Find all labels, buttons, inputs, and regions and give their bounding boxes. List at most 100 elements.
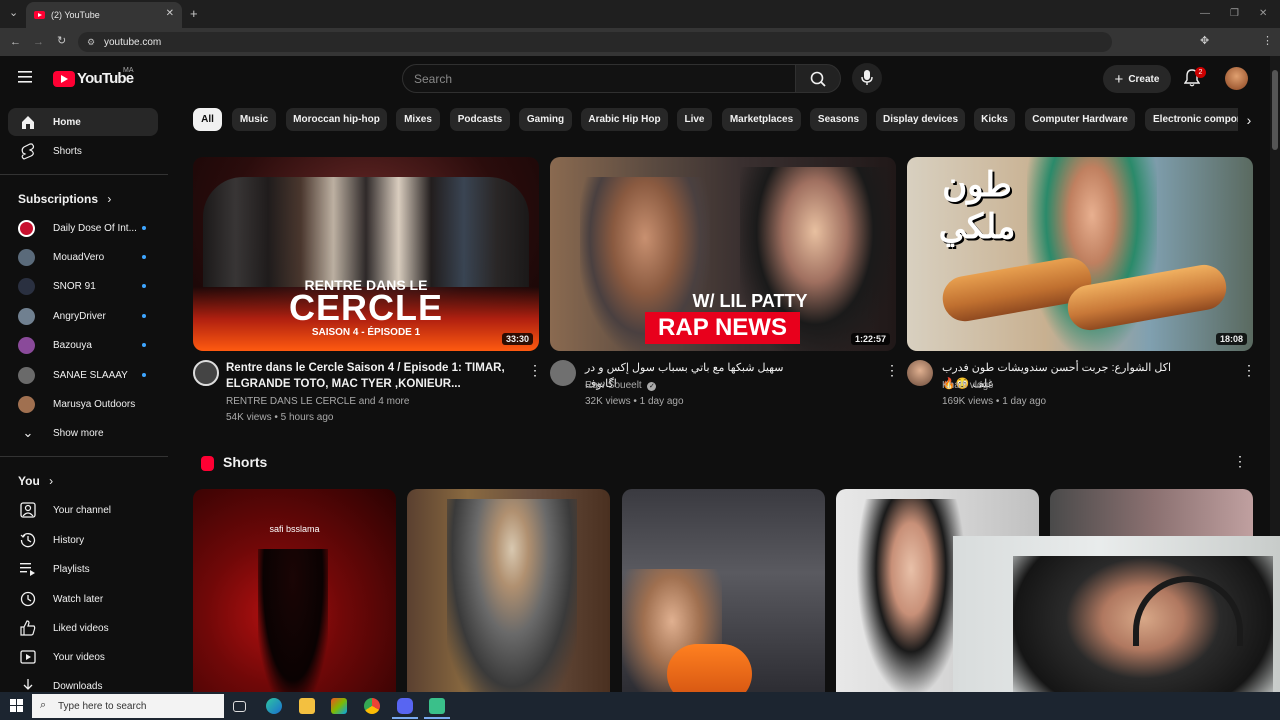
sidebar-item-subscription[interactable]: MouadVero [8, 243, 158, 271]
taskbar-search-input[interactable]: ⌕ Type here to search [32, 694, 224, 718]
new-content-dot [142, 373, 146, 377]
short-overlay-text: safi bsslama [269, 524, 320, 534]
chrome-menu-icon[interactable]: ⋮ [1262, 36, 1273, 47]
subscriptions-heading[interactable]: Subscriptions › [18, 192, 111, 206]
chip-music[interactable]: Music [232, 108, 276, 131]
close-tab-icon[interactable]: ✕ [166, 8, 174, 19]
hamburger-menu-icon[interactable] [18, 70, 34, 84]
chevron-down-icon: ⌄ [22, 425, 34, 440]
channel-avatar[interactable] [907, 360, 933, 386]
voice-search-button[interactable] [852, 63, 882, 93]
minimize-icon[interactable]: — [1200, 8, 1210, 19]
restore-icon[interactable]: ❐ [1230, 8, 1239, 19]
windows-start-icon[interactable] [10, 699, 24, 718]
sidebar-item-history[interactable]: History [8, 526, 158, 554]
edge-icon[interactable] [266, 698, 282, 714]
sidebar-item-your-channel[interactable]: Your channel [8, 496, 158, 524]
extensions-puzzle-icon[interactable]: ✥ [1200, 36, 1209, 47]
chrome-icon[interactable] [364, 698, 380, 714]
you-heading[interactable]: You › [18, 474, 53, 488]
reload-icon[interactable]: ↻ [57, 36, 66, 47]
site-info-icon[interactable]: ⚙ [87, 37, 95, 48]
video-title[interactable]: Rentre dans le Cercle Saison 4 / Episode… [226, 360, 516, 392]
chip-electronic-components[interactable]: Electronic compon [1145, 108, 1245, 131]
thumbnail-text: CERCLE [288, 287, 443, 328]
chips-next-button[interactable]: › [1238, 108, 1260, 131]
youtube-favicon-icon [34, 11, 45, 19]
sidebar-item-subscription[interactable]: SNOR 91 [8, 272, 158, 300]
channel-name[interactable]: Khalfi vlogs [942, 380, 993, 391]
chip-kicks[interactable]: Kicks [974, 108, 1015, 131]
channel-avatar [18, 277, 35, 295]
video-menu-icon[interactable]: ⋮ [528, 362, 542, 379]
sidebar-item-subscription[interactable]: Daily Dose Of Int... [8, 214, 158, 242]
sidebar-item-label: AngryDriver [53, 310, 106, 322]
back-icon[interactable]: ← [10, 37, 21, 48]
chip-marketplaces[interactable]: Marketplaces [722, 108, 801, 131]
chip-arabic-hip-hop[interactable]: Arabic Hip Hop [581, 108, 668, 131]
shorts-heading: Shorts [223, 454, 268, 470]
short-thumbnail[interactable]: safi bsslama [193, 489, 396, 699]
search-input[interactable]: Search [402, 64, 796, 93]
channel-name[interactable]: RENTRE DANS LE CERCLE and 4 more [226, 396, 409, 407]
browser-tab[interactable]: (2) YouTube ✕ [26, 2, 182, 28]
channel-avatar [18, 219, 35, 237]
sidebar-item-liked-videos[interactable]: Liked videos [8, 614, 158, 642]
show-more-button[interactable]: ⌄ Show more [8, 419, 158, 447]
short-thumbnail[interactable] [622, 489, 825, 699]
chip-all[interactable]: All [193, 108, 222, 131]
tab-search-icon[interactable]: ⌄ [9, 8, 18, 19]
chip-display-devices[interactable]: Display devices [876, 108, 965, 131]
channel-avatar[interactable] [193, 360, 219, 386]
app-icon[interactable] [429, 698, 445, 714]
chip-seasons[interactable]: Seasons [810, 108, 867, 131]
video-duration: 1:22:57 [850, 333, 890, 345]
discord-icon[interactable] [397, 698, 413, 714]
chip-mixes[interactable]: Mixes [396, 108, 440, 131]
file-explorer-icon[interactable] [299, 698, 315, 714]
chip-label: Computer Hardware [1032, 114, 1128, 125]
scrollbar-thumb[interactable] [1272, 70, 1278, 150]
sidebar-item-subscription[interactable]: Bazouya [8, 331, 158, 359]
taskbar-search-icon: ⌕ [40, 699, 47, 711]
active-app-indicator [392, 717, 418, 719]
store-icon[interactable] [331, 698, 347, 714]
clock-icon [18, 591, 38, 607]
video-menu-icon[interactable]: ⋮ [885, 362, 899, 379]
subscriptions-heading-label: Subscriptions [18, 192, 99, 206]
create-button[interactable]: + Create [1103, 65, 1171, 93]
sidebar-item-watch-later[interactable]: Watch later [8, 585, 158, 613]
task-view-icon[interactable] [233, 701, 246, 712]
home-icon [18, 114, 38, 130]
chip-podcasts[interactable]: Podcasts [450, 108, 510, 131]
short-thumbnail[interactable] [407, 489, 610, 699]
short-object [667, 644, 752, 699]
account-avatar[interactable] [1225, 67, 1248, 90]
sidebar-item-home[interactable]: Home [8, 108, 158, 136]
youtube-logo[interactable]: YouTube MA [53, 67, 134, 87]
sidebar-item-subscription[interactable]: SANAE SLAAAY [8, 361, 158, 389]
channel-avatar[interactable] [550, 360, 576, 386]
chip-label: Seasons [817, 114, 860, 125]
search-button[interactable] [795, 64, 841, 93]
video-thumbnail[interactable]: W/ LIL PATTY RAP NEWS 1:22:57 [550, 157, 896, 351]
shorts-menu-icon[interactable]: ⋮ [1233, 453, 1247, 470]
chip-computer-hardware[interactable]: Computer Hardware [1025, 108, 1135, 131]
channel-name[interactable]: Raw Soueelt ✓ [585, 380, 657, 391]
video-menu-icon[interactable]: ⋮ [1242, 362, 1256, 379]
new-tab-icon[interactable]: + [190, 7, 198, 20]
sidebar-item-shorts[interactable]: Shorts [8, 137, 158, 165]
chip-moroccan-hip-hop[interactable]: Moroccan hip-hop [286, 108, 387, 131]
chip-live[interactable]: Live [677, 108, 712, 131]
short-figure [258, 549, 328, 699]
close-window-icon[interactable]: ✕ [1259, 8, 1267, 19]
forward-icon[interactable]: → [33, 37, 44, 48]
video-thumbnail[interactable]: طون ملكي 18:08 [907, 157, 1253, 351]
sidebar-item-playlists[interactable]: Playlists [8, 555, 158, 583]
address-bar[interactable]: ⚙ youtube.com [78, 32, 1112, 52]
sidebar-item-your-videos[interactable]: Your videos [8, 643, 158, 671]
video-thumbnail[interactable]: RENTRE DANS LE CERCLE SAISON 4 - ÉPISODE… [193, 157, 539, 351]
chip-gaming[interactable]: Gaming [519, 108, 572, 131]
sidebar-item-subscription[interactable]: AngryDriver [8, 302, 158, 330]
sidebar-item-subscription[interactable]: Marusya Outdoors [8, 390, 158, 418]
